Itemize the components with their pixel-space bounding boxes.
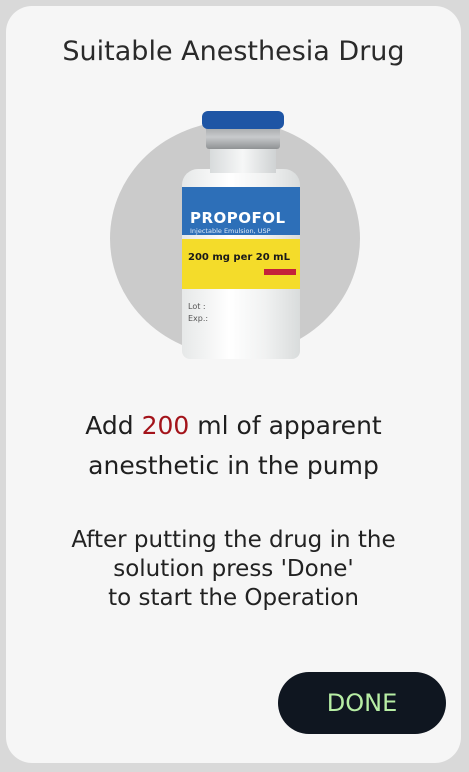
- dose-prefix: Add: [85, 411, 142, 440]
- dose-instruction-line-1: Add 200 ml of apparent: [6, 406, 461, 446]
- dose-instruction-line-2: anesthetic in the pump: [88, 451, 379, 480]
- vial-concentration: 200 mg per 20 mL: [188, 252, 290, 263]
- procedure-note: After putting the drug in the solution p…: [6, 526, 461, 613]
- dialog-title: Suitable Anesthesia Drug: [62, 36, 405, 67]
- vial-lot: Lot :: [188, 302, 206, 311]
- vial-drug-name: PROPOFOL: [190, 209, 286, 227]
- vial-cap: [202, 111, 284, 129]
- vial-concentration-band: [182, 239, 300, 289]
- dose-instruction: Add 200 ml of apparent anesthetic in the…: [6, 406, 461, 486]
- dose-suffix: ml of apparent: [189, 411, 382, 440]
- propofol-vial-image: PROPOFOL Injectable Emulsion, USP 200 mg…: [110, 111, 360, 361]
- vial-neck: [210, 147, 276, 173]
- procedure-note-line-2: solution press 'Done': [113, 556, 354, 582]
- vial-exp: Exp.:: [188, 314, 209, 323]
- vial: PROPOFOL Injectable Emulsion, USP 200 mg…: [182, 111, 300, 361]
- vial-lot-exp: Lot : Exp.:: [188, 301, 208, 325]
- procedure-note-line-3: to start the Operation: [108, 585, 359, 611]
- procedure-note-line-1: After putting the drug in the: [71, 527, 396, 553]
- vial-drug-subtitle: Injectable Emulsion, USP: [190, 227, 271, 235]
- dose-amount: 200: [141, 411, 190, 440]
- drug-dialog: Suitable Anesthesia Drug PROPOFOL Inject…: [6, 6, 461, 763]
- done-button[interactable]: DONE: [278, 672, 446, 734]
- vial-warning-stripe: [264, 269, 296, 275]
